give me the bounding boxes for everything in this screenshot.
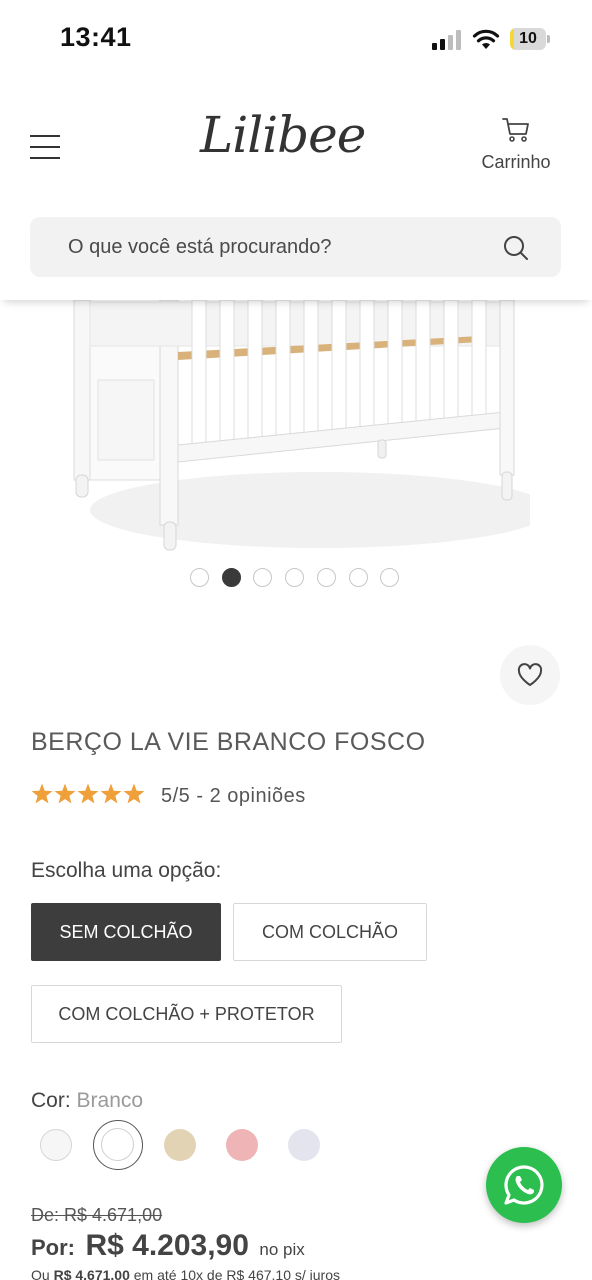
brand-logo[interactable]: Lilibee	[200, 106, 366, 176]
installments-detail: em até 10x de R$ 467,10 s/ juros	[133, 1267, 340, 1280]
color-swatch[interactable]	[164, 1129, 196, 1161]
cart-button[interactable]: Carrinho	[470, 116, 562, 180]
cellular-signal-icon	[432, 30, 461, 50]
whatsapp-icon	[504, 1165, 544, 1205]
product-title: BERÇO LA VIE BRANCO FOSCO	[31, 728, 426, 756]
star-icon	[31, 783, 53, 804]
star-icon	[100, 783, 122, 804]
star-icon	[54, 783, 76, 804]
product-image[interactable]	[60, 300, 530, 560]
search-input[interactable]	[68, 217, 488, 277]
search-icon[interactable]	[502, 234, 530, 262]
image-carousel-dots	[190, 568, 404, 588]
carousel-dot[interactable]	[221, 568, 241, 587]
search-bar	[30, 217, 561, 277]
rating-text: 5/5 - 2 opiniões	[161, 785, 306, 807]
price-suffix: no pix	[259, 1240, 305, 1259]
star-icon	[77, 783, 99, 804]
carousel-dot[interactable]	[348, 568, 368, 587]
option-com-colchao-protetor[interactable]: COM COLCHÃO + PROTETOR	[31, 985, 342, 1043]
wifi-icon	[472, 29, 500, 49]
cart-icon	[502, 118, 529, 142]
color-swatch[interactable]	[40, 1129, 72, 1161]
color-swatch[interactable]	[226, 1129, 258, 1161]
status-bar: 13:41 10	[0, 0, 592, 80]
color-label-text: Cor:	[31, 1089, 71, 1112]
carousel-dot[interactable]	[380, 568, 400, 587]
battery-icon: 10	[510, 28, 550, 50]
color-selected-value: Branco	[76, 1089, 144, 1112]
price-prefix: Por:	[31, 1235, 75, 1260]
installments-prefix: Ou	[31, 1267, 50, 1280]
site-header: Lilibee Carrinho	[0, 80, 592, 300]
star-icon	[123, 783, 145, 804]
installments-total: R$ 4.671,00	[53, 1267, 130, 1280]
option-label: Escolha uma opção:	[31, 859, 222, 882]
carousel-dot[interactable]	[253, 568, 273, 587]
status-time: 13:41	[60, 22, 132, 52]
whatsapp-button[interactable]	[486, 1147, 562, 1223]
carousel-dot[interactable]	[285, 568, 305, 587]
carousel-dot[interactable]	[316, 568, 336, 587]
price-line: Por: R$ 4.203,90 no pix	[31, 1229, 305, 1269]
favorite-button[interactable]	[500, 645, 560, 705]
color-swatch[interactable]	[288, 1129, 320, 1161]
menu-button[interactable]	[30, 132, 60, 162]
installments-text: Ou R$ 4.671,00 em até 10x de R$ 467,10 s…	[31, 1267, 340, 1280]
heart-icon	[517, 663, 543, 686]
battery-level: 10	[519, 30, 537, 47]
color-label: Cor: Branco	[31, 1089, 143, 1113]
price-value: R$ 4.203,90	[85, 1229, 249, 1262]
option-com-colchao[interactable]: COM COLCHÃO	[233, 903, 427, 961]
carousel-dot[interactable]	[190, 568, 209, 587]
option-sem-colchao[interactable]: SEM COLCHÃO	[31, 903, 221, 961]
cart-label: Carrinho	[481, 152, 551, 172]
old-price: De: R$ 4.671,00	[31, 1205, 163, 1225]
rating-stars	[31, 783, 145, 804]
color-swatch-selected[interactable]	[93, 1120, 143, 1170]
